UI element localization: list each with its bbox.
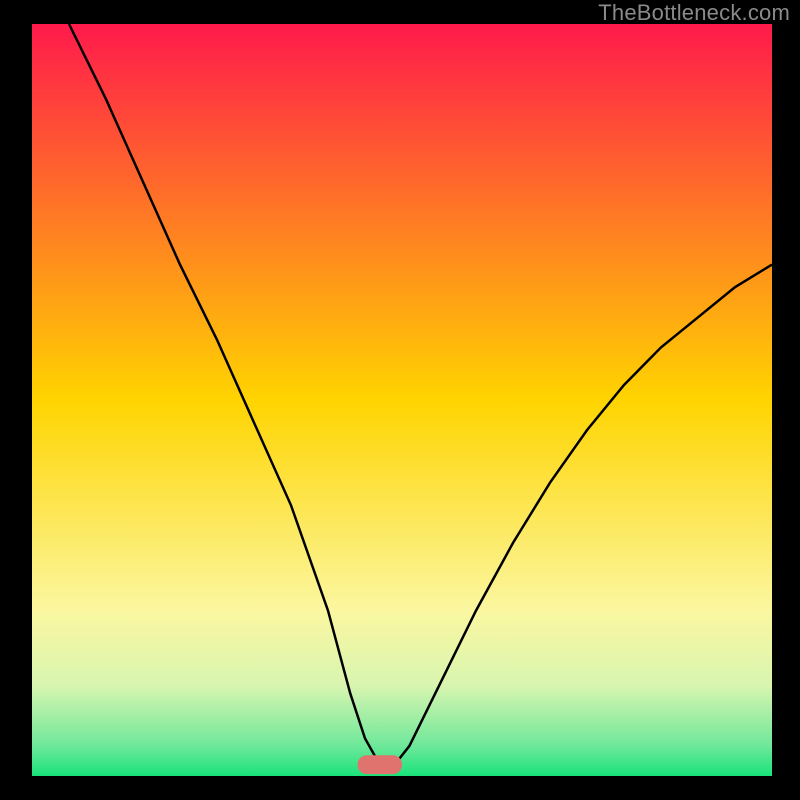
chart-container: TheBottleneck.com bbox=[0, 0, 800, 800]
bottleneck-chart bbox=[0, 0, 800, 800]
optimal-marker bbox=[358, 755, 402, 774]
watermark-label: TheBottleneck.com bbox=[598, 0, 790, 26]
plot-area bbox=[32, 24, 772, 776]
